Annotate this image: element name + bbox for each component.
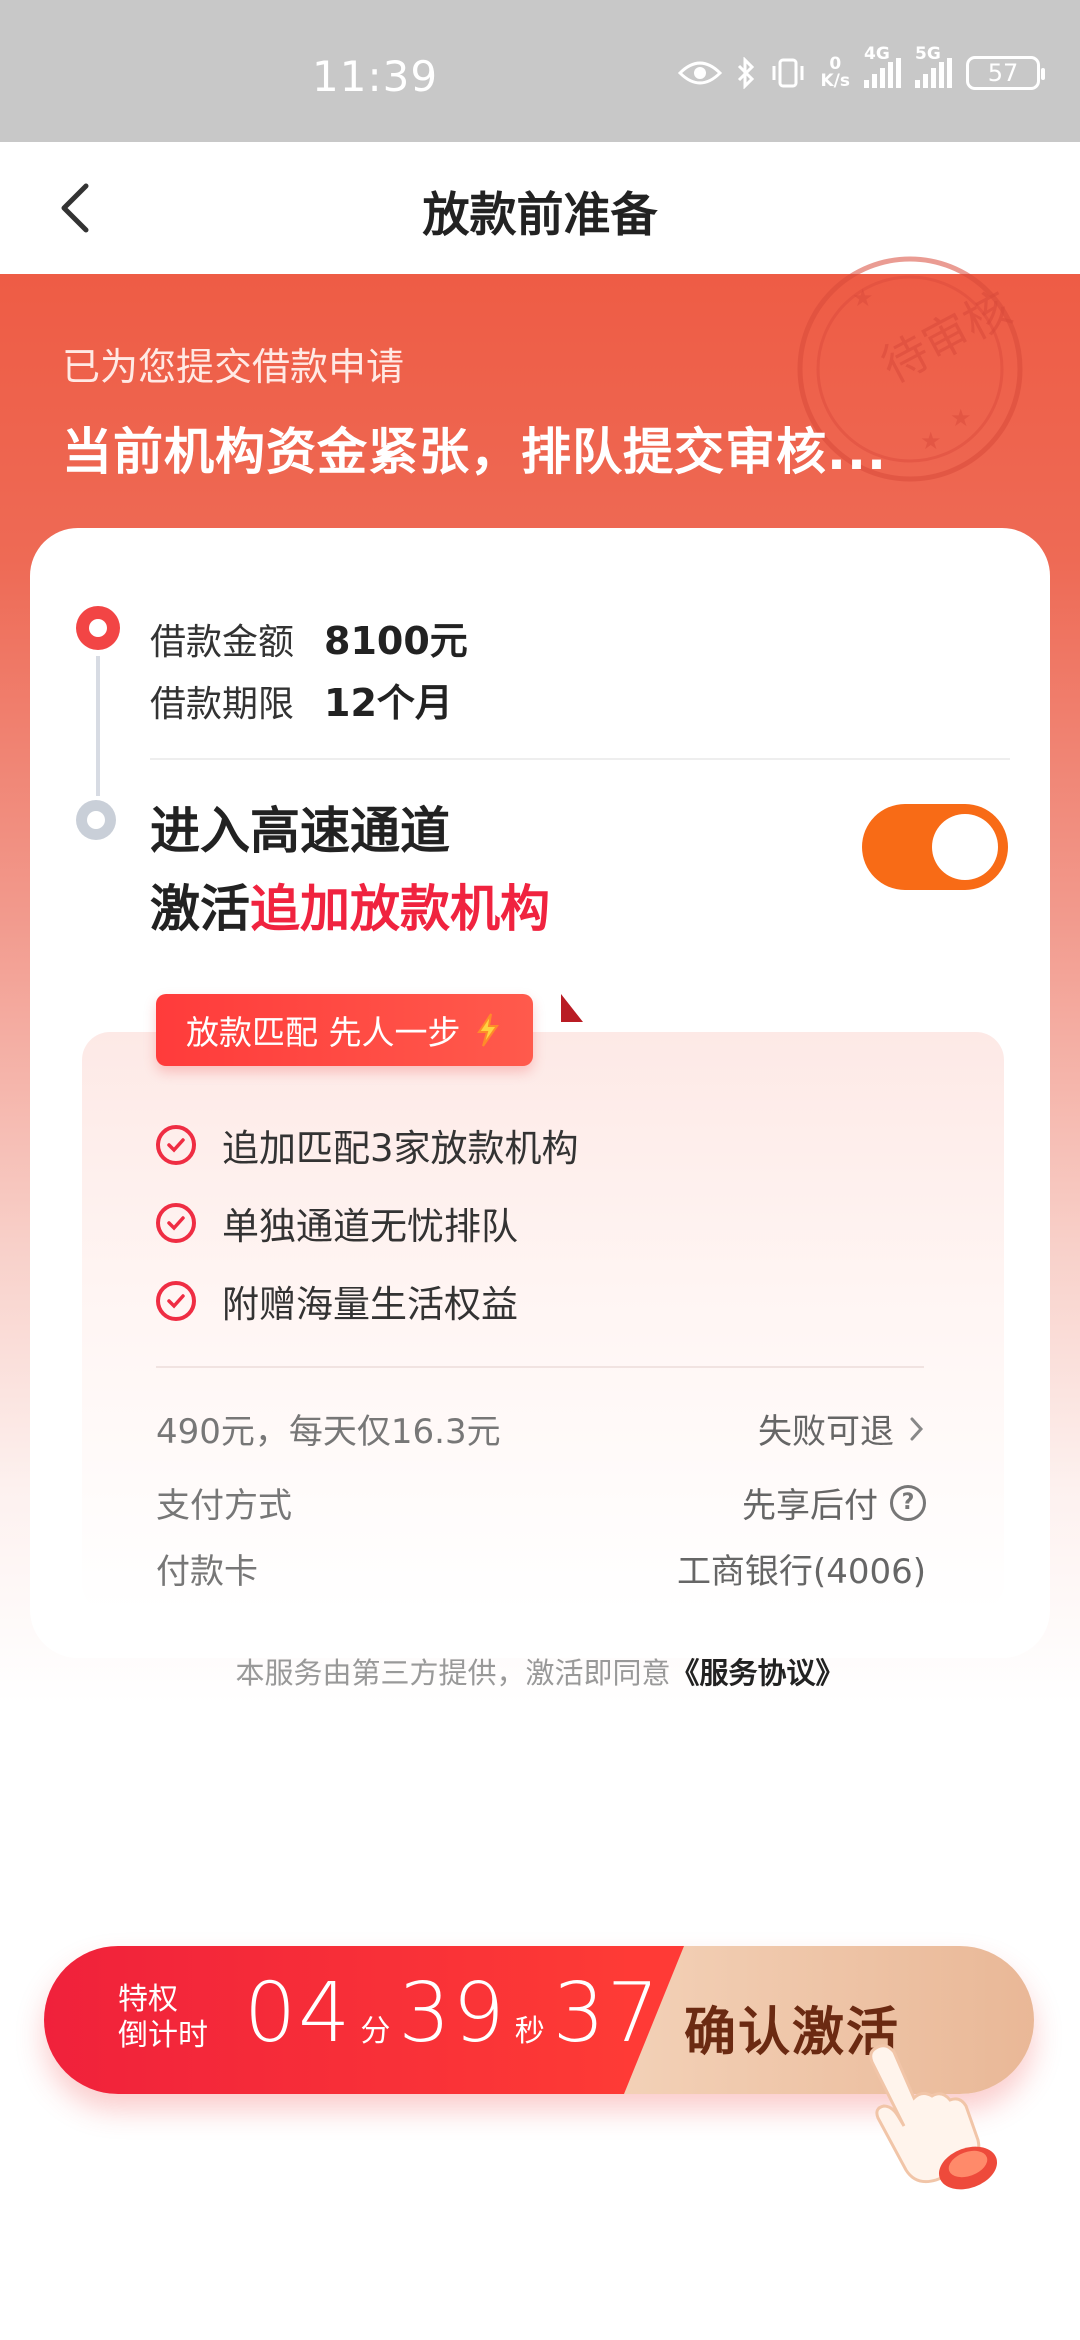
vibrate-icon xyxy=(770,58,806,88)
loan-term-row: 借款期限 12个月 xyxy=(150,672,453,727)
status-time: 11:39 xyxy=(312,52,439,101)
pay-method-row: 支付方式 先享后付 ? xyxy=(156,1478,926,1527)
timeline-dot-pending xyxy=(76,800,116,840)
timeline-line xyxy=(96,656,100,796)
pay-method-value: 先享后付 xyxy=(742,1486,878,1526)
status-icons: 0 K/s 4G 5G 57 xyxy=(678,44,1045,90)
divider xyxy=(150,758,1010,760)
fast-channel-title: 进入高速通道 激活追加放款机构 xyxy=(150,792,550,948)
countdown-label-line2: 倒计时 xyxy=(118,2018,208,2053)
price-row[interactable]: 490元，每天仅16.3元 失败可退 xyxy=(156,1404,926,1453)
fast-channel-highlight: 追加放款机构 xyxy=(250,880,550,938)
battery-icon: 57 xyxy=(966,56,1045,90)
countdown-sec-unit: 秒 xyxy=(514,2014,545,2049)
net-speed: 0 K/s xyxy=(820,56,850,90)
pointing-hand-icon xyxy=(869,2044,998,2190)
agreement-text: 本服务由第三方提供，激活即同意《服务协议》 xyxy=(0,1650,1080,1692)
pay-method-label: 支付方式 xyxy=(156,1486,292,1526)
divider xyxy=(156,1366,924,1368)
countdown-seconds: 39 xyxy=(398,1966,507,2061)
benefit-item-text: 附赠海量生活权益 xyxy=(222,1283,518,1326)
label-5g: 5G xyxy=(915,44,941,64)
status-bar: 11:39 0 K/s 4G 5G 57 xyxy=(0,0,1080,142)
benefit-item: 附赠海量生活权益 xyxy=(156,1274,518,1328)
loan-amount-value: 8100元 xyxy=(324,619,468,663)
benefit-tag-label: 放款匹配 先人一步 xyxy=(186,1013,461,1052)
help-icon[interactable]: ? xyxy=(890,1484,926,1521)
service-agreement-link[interactable]: 《服务协议》 xyxy=(671,1656,845,1690)
price-text: 490元，每天仅16.3元 xyxy=(156,1412,501,1452)
application-card: 借款金额 8100元 借款期限 12个月 进入高速通道 激活追加放款机构 放款匹配 … xyxy=(30,528,1050,1658)
svg-text:★: ★ xyxy=(852,284,874,312)
label-4g: 4G xyxy=(864,44,890,64)
agreement-prefix: 本服务由第三方提供，激活即同意 xyxy=(235,1656,671,1690)
countdown-minutes: 04 xyxy=(244,1966,353,2061)
svg-text:★: ★ xyxy=(950,404,972,432)
fast-channel-prefix: 激活 xyxy=(150,880,250,938)
pay-card-value: 工商银行(4006) xyxy=(676,1552,926,1592)
benefit-item: 追加匹配3家放款机构 xyxy=(156,1118,579,1172)
loan-amount-label: 借款金额 xyxy=(150,622,295,663)
page-title: 放款前准备 xyxy=(422,188,658,243)
check-circle-icon xyxy=(156,1281,196,1321)
refund-link[interactable]: 失败可退 xyxy=(758,1404,926,1453)
refund-text: 失败可退 xyxy=(758,1412,894,1452)
countdown-label-line1: 特权 xyxy=(118,1982,178,2017)
check-circle-icon xyxy=(156,1125,196,1165)
benefit-item-text: 追加匹配3家放款机构 xyxy=(222,1127,579,1170)
loan-term-value: 12个月 xyxy=(324,681,453,725)
chevron-right-icon xyxy=(910,1417,924,1440)
benefit-item: 单独通道无忧排队 xyxy=(156,1196,518,1250)
pay-method-value-wrap: 先享后付 ? xyxy=(742,1478,926,1527)
fast-channel-line2: 激活追加放款机构 xyxy=(150,870,550,948)
benefit-item-text: 单独通道无忧排队 xyxy=(222,1205,518,1248)
hero-headline: 当前机构资金紧张，排队提交审核... xyxy=(62,423,887,481)
timeline-dot-active xyxy=(76,606,120,650)
loan-term-label: 借款期限 xyxy=(150,684,295,725)
signal-5g-icon: 5G xyxy=(915,44,952,88)
check-circle-icon xyxy=(156,1203,196,1243)
eye-icon xyxy=(678,58,723,88)
svg-text:待审核: 待审核 xyxy=(873,281,1020,393)
benefit-tag: 放款匹配 先人一步 xyxy=(156,994,533,1066)
fast-channel-line1: 进入高速通道 xyxy=(150,802,450,860)
countdown-hundredths: 37 xyxy=(552,1966,662,2061)
hero-subtitle: 已为您提交借款申请 xyxy=(62,345,405,389)
battery-level: 57 xyxy=(987,59,1019,87)
pay-card-label: 付款卡 xyxy=(156,1552,258,1592)
svg-text:★: ★ xyxy=(920,427,942,455)
toggle-knob xyxy=(932,814,998,880)
fast-channel-toggle[interactable] xyxy=(862,804,1008,890)
countdown-min-unit: 分 xyxy=(360,2014,391,2049)
net-speed-unit: K/s xyxy=(820,71,850,91)
bluetooth-icon xyxy=(736,57,756,89)
countdown-timer: 04 分 39 秒 37 xyxy=(244,1966,661,2061)
signal-4g-icon: 4G xyxy=(864,44,901,88)
lightning-icon xyxy=(476,1013,499,1047)
loan-amount-row: 借款金额 8100元 xyxy=(150,610,468,665)
pay-card-row: 付款卡 工商银行(4006) xyxy=(156,1544,926,1593)
tag-fold xyxy=(561,994,583,1022)
countdown-label: 特权 倒计时 xyxy=(118,1982,208,2054)
